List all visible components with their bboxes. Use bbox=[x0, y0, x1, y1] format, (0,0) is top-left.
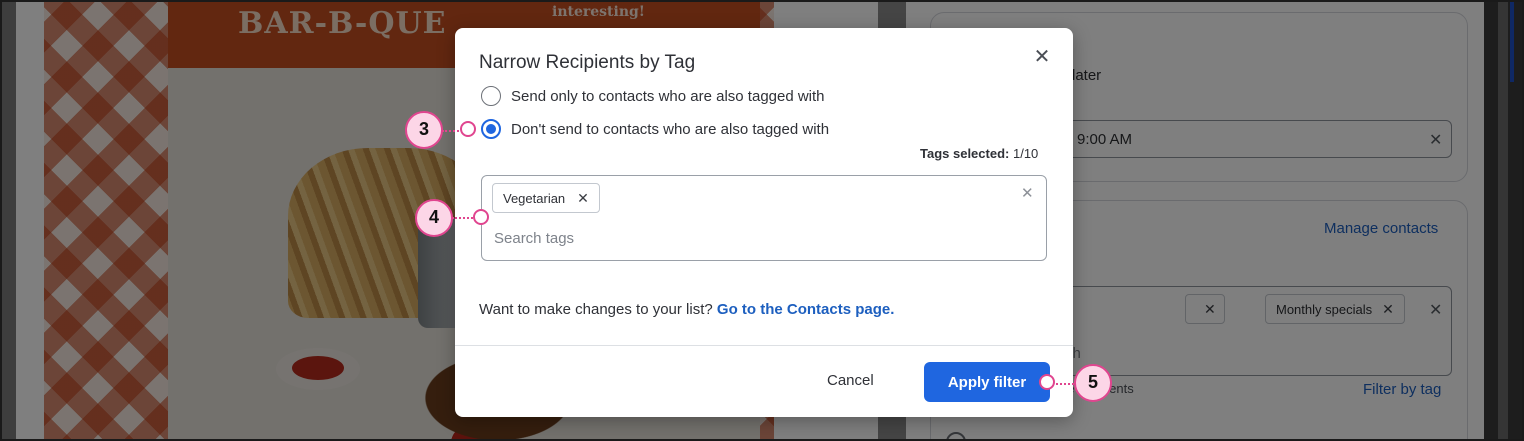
radio-send-only[interactable]: Send only to contacts who are also tagge… bbox=[481, 86, 825, 106]
radio-button-checked[interactable] bbox=[481, 119, 501, 139]
apply-filter-button[interactable]: Apply filter bbox=[924, 362, 1050, 402]
search-tags-input[interactable] bbox=[494, 230, 1014, 247]
radio-label-dont-send: Don't send to contacts who are also tagg… bbox=[511, 120, 830, 138]
tags-selected-value: 1/10 bbox=[1012, 146, 1039, 161]
contacts-page-link[interactable]: Go to the Contacts page. bbox=[717, 301, 895, 318]
list-note: Want to make changes to your list? Go to… bbox=[479, 301, 894, 318]
radio-label-send-only: Send only to contacts who are also tagge… bbox=[511, 87, 825, 105]
callout-4-dot bbox=[473, 209, 489, 225]
remove-tag-icon[interactable]: ✕ bbox=[577, 190, 589, 207]
tags-selected-count: Tags selected: 1/10 bbox=[920, 146, 1038, 161]
callout-5-badge: 5 bbox=[1074, 364, 1112, 402]
tag-selector[interactable]: Vegetarian ✕ ✕ bbox=[481, 175, 1047, 261]
cancel-button[interactable]: Cancel bbox=[827, 372, 874, 389]
callout-3-badge: 3 bbox=[405, 111, 443, 149]
list-note-text: Want to make changes to your list? bbox=[479, 301, 713, 318]
radio-dont-send[interactable]: Don't send to contacts who are also tagg… bbox=[481, 119, 829, 139]
tags-selected-label: Tags selected: bbox=[920, 146, 1010, 161]
callout-5-dot bbox=[1039, 374, 1055, 390]
modal-footer-divider bbox=[455, 345, 1073, 346]
narrow-recipients-modal: Narrow Recipients by Tag ✕ Send only to … bbox=[455, 28, 1073, 417]
callout-3-dot bbox=[460, 121, 476, 137]
radio-button-unchecked[interactable] bbox=[481, 86, 501, 106]
callout-4-badge: 4 bbox=[415, 199, 453, 237]
clear-icon[interactable]: ✕ bbox=[1021, 184, 1034, 202]
tag-chip-vegetarian: Vegetarian ✕ bbox=[492, 183, 600, 213]
tag-chip-label: Vegetarian bbox=[503, 190, 566, 206]
close-icon[interactable]: ✕ bbox=[1031, 46, 1053, 68]
modal-title: Narrow Recipients by Tag bbox=[479, 52, 696, 73]
screenshot-frame: BAR-B-QUE interesting! later 9:00 AM ✕ M… bbox=[0, 0, 1524, 441]
